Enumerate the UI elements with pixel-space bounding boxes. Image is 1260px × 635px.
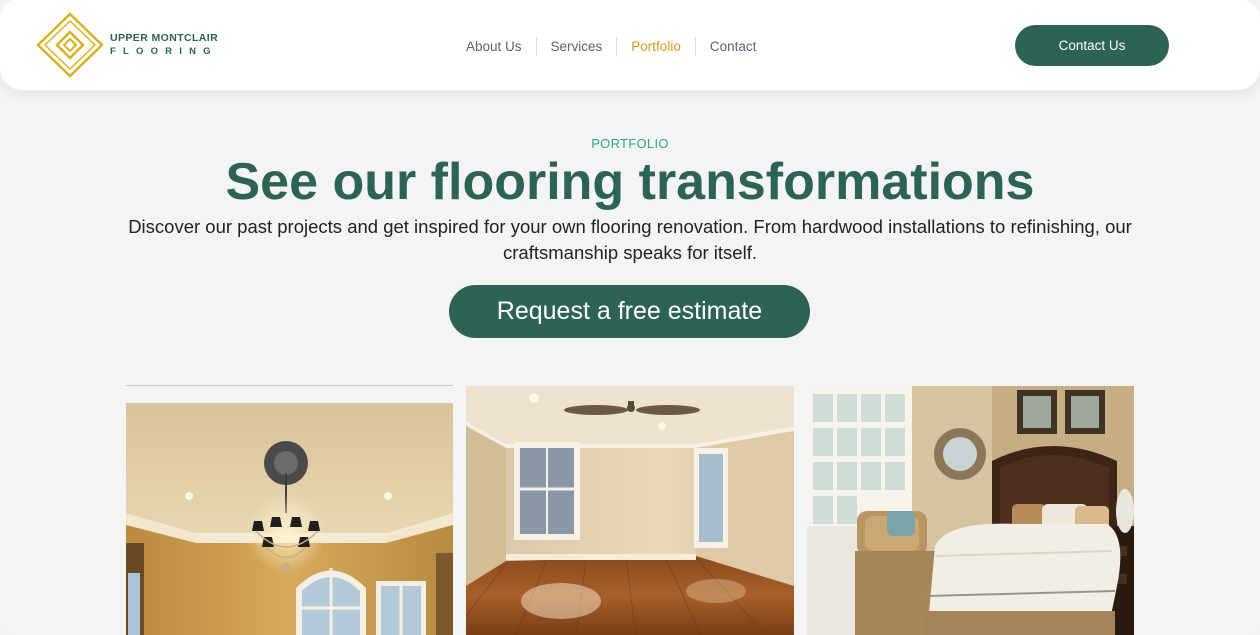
- brand-line-2: FLOORING: [110, 46, 218, 57]
- dining-room-chandelier-photo: [126, 403, 453, 635]
- bedroom-photo: [807, 386, 1134, 635]
- brand-wordmark: UPPER MONTCLAIR FLOORING: [110, 32, 218, 57]
- brand-logo[interactable]: UPPER MONTCLAIR FLOORING: [36, 12, 226, 78]
- main-nav: About Us Services Portfolio Contact: [452, 36, 770, 56]
- gallery-photo-bedroom[interactable]: [807, 386, 1134, 635]
- page-title: See our flooring transformations: [225, 153, 1035, 211]
- page-subtitle: Discover our past projects and get inspi…: [128, 216, 1132, 263]
- section-eyebrow: PORTFOLIO: [591, 136, 669, 151]
- gallery-divider: [126, 385, 453, 386]
- gallery-photo-dining-room[interactable]: [126, 403, 453, 635]
- nav-services[interactable]: Services: [537, 39, 617, 54]
- diamond-logo-icon: [36, 12, 104, 78]
- gallery-photo-hardwood-room[interactable]: [466, 386, 794, 635]
- request-estimate-button[interactable]: Request a free estimate: [449, 285, 810, 338]
- page: UPPER MONTCLAIR FLOORING About Us Servic…: [0, 0, 1260, 635]
- contact-us-button[interactable]: Contact Us: [1015, 25, 1169, 66]
- brand-line-1: UPPER MONTCLAIR: [110, 32, 219, 44]
- empty-room-hardwood-floor-photo: [466, 386, 794, 635]
- nav-about-us[interactable]: About Us: [452, 39, 536, 54]
- site-header: UPPER MONTCLAIR FLOORING About Us Servic…: [0, 0, 1260, 90]
- nav-contact[interactable]: Contact: [696, 39, 771, 54]
- nav-portfolio[interactable]: Portfolio: [617, 39, 695, 54]
